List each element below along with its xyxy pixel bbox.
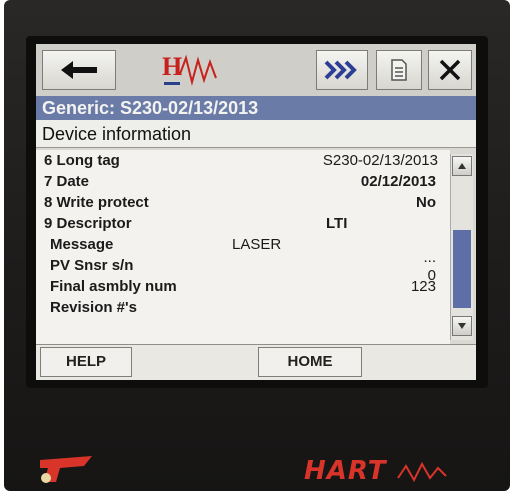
flag-logo-icon xyxy=(40,456,92,483)
list-item[interactable]: 8 Write protect No xyxy=(36,192,450,213)
document-button[interactable] xyxy=(376,50,422,90)
row-value: LTI xyxy=(326,215,348,232)
double-chevron-right-icon xyxy=(324,60,357,80)
scroll-up-button[interactable] xyxy=(452,156,472,176)
close-icon xyxy=(439,59,461,81)
list-item[interactable]: PV Snsr s/n ... 0 xyxy=(36,249,450,284)
list-item[interactable]: 7 Date 02/12/2013 xyxy=(36,171,450,192)
device-info-list: 6 Long tag S230-02/13/2013 7 Date 02/12/… xyxy=(36,150,450,344)
hart-wordmark: HART xyxy=(304,456,387,486)
caret-up-icon xyxy=(458,163,466,169)
page-title: Generic: S230-02/13/2013 xyxy=(36,96,476,120)
home-button[interactable]: HOME xyxy=(258,347,362,377)
hart-logo: H xyxy=(156,48,230,92)
document-icon xyxy=(391,59,407,81)
hart-wave-icon xyxy=(397,461,447,483)
row-value: S230-02/13/2013 xyxy=(322,152,438,169)
list-item[interactable]: 6 Long tag S230-02/13/2013 xyxy=(36,150,450,171)
scroll-thumb[interactable] xyxy=(453,230,471,308)
wave-icon xyxy=(164,54,217,86)
row-value: 123 xyxy=(410,278,436,295)
row-label: 6 Long tag xyxy=(44,152,120,169)
softkey-bar: HELP HOME xyxy=(36,344,476,380)
caret-down-icon xyxy=(458,323,466,329)
hart-brand: HART xyxy=(304,456,464,486)
row-value: LASER xyxy=(232,236,282,253)
list-item[interactable]: 9 Descriptor LTI xyxy=(36,213,450,234)
scrollbar[interactable] xyxy=(450,154,473,340)
scroll-down-button[interactable] xyxy=(452,316,472,336)
list-item[interactable]: Message LASER xyxy=(36,234,450,255)
row-label: PV Snsr s/n xyxy=(50,257,134,274)
list-item[interactable]: Final asmbly num 123 xyxy=(36,276,450,297)
row-label: 9 Descriptor xyxy=(44,215,132,232)
section-heading: Device information xyxy=(36,120,476,148)
close-button[interactable] xyxy=(428,50,472,90)
row-label: 7 Date xyxy=(44,173,90,190)
toolbar: H xyxy=(36,44,476,96)
list-item[interactable]: Revision #'s xyxy=(36,297,450,318)
row-value: No xyxy=(416,194,436,211)
forward-button[interactable] xyxy=(316,50,368,90)
row-label: Final asmbly num xyxy=(50,278,177,295)
row-label: 8 Write protect xyxy=(44,194,149,211)
row-value: 02/12/2013 xyxy=(360,173,436,190)
device-screen: H Generic: S230-02/13/2013 Device inform… xyxy=(36,44,476,380)
manufacturer-logo xyxy=(36,454,96,484)
back-button[interactable] xyxy=(42,50,116,90)
help-button[interactable]: HELP xyxy=(40,347,132,377)
arrow-left-icon xyxy=(61,61,97,79)
row-label: Message xyxy=(50,236,114,253)
row-label: Revision #'s xyxy=(50,299,137,316)
